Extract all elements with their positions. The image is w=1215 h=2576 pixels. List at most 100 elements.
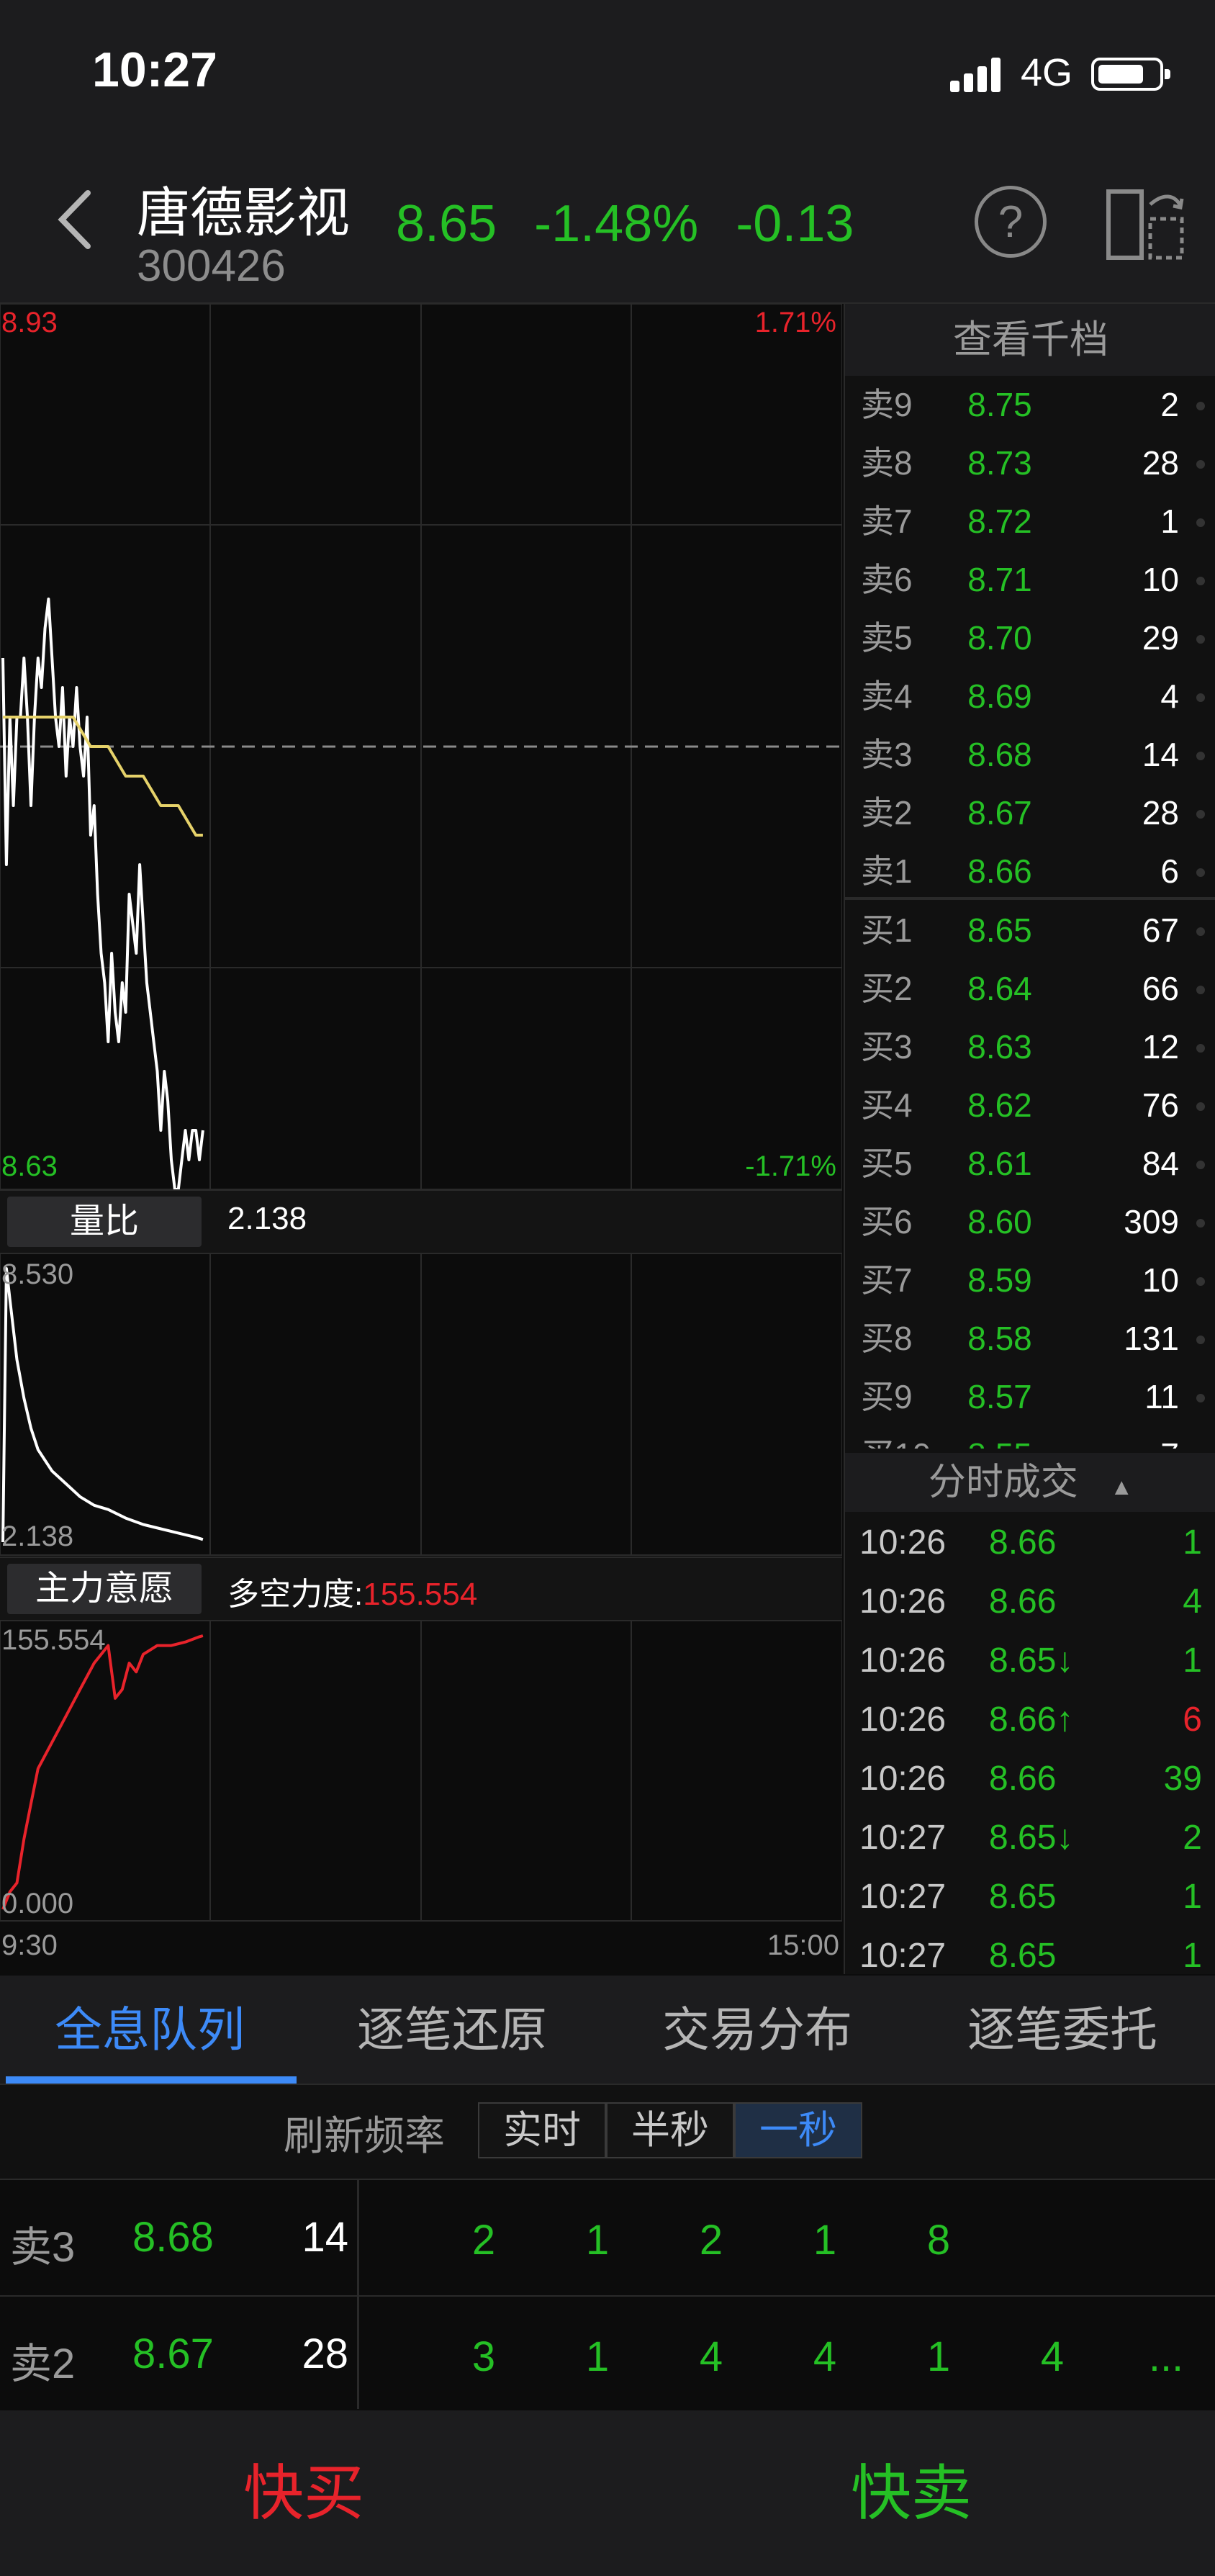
bid-row[interactable]: 买6 8.60 309 bbox=[845, 1193, 1215, 1251]
ask-level: 卖7 bbox=[861, 503, 913, 540]
bid-level: 买1 bbox=[861, 911, 913, 949]
tab-order-by-order[interactable]: 逐笔委托 bbox=[918, 1976, 1206, 2084]
ask-level: 卖4 bbox=[861, 677, 913, 715]
level-dot-icon bbox=[1196, 460, 1205, 469]
level-dot-icon bbox=[1196, 693, 1205, 702]
ask-level: 卖6 bbox=[861, 561, 913, 598]
queue-level: 卖3 bbox=[10, 2224, 76, 2271]
change-amount: -0.13 bbox=[736, 195, 854, 253]
bid-row[interactable]: 买4 8.62 76 bbox=[845, 1076, 1215, 1135]
power-value: 155.554 bbox=[363, 1577, 478, 1612]
back-arrow-icon[interactable] bbox=[50, 180, 101, 259]
ask-qty: 28 bbox=[1142, 444, 1179, 482]
tab-tick-restore[interactable]: 逐笔还原 bbox=[308, 1976, 596, 2084]
ask-level: 卖9 bbox=[861, 386, 913, 423]
refresh-half-second[interactable]: 半秒 bbox=[606, 2102, 734, 2158]
ask-price: 8.72 bbox=[967, 503, 1032, 540]
ask-row[interactable]: 卖2 8.67 28 bbox=[845, 784, 1215, 842]
ask-qty: 29 bbox=[1142, 619, 1179, 657]
ask-price: 8.75 bbox=[967, 386, 1032, 423]
queue-qty: 14 bbox=[302, 2214, 348, 2261]
collapse-triangle-icon[interactable]: ▲ bbox=[1110, 1474, 1133, 1500]
help-icon[interactable]: ? bbox=[975, 186, 1047, 258]
ask-row[interactable]: 卖8 8.73 28 bbox=[845, 434, 1215, 492]
pct-high-label: 1.71% bbox=[754, 307, 836, 338]
ask-price: 8.70 bbox=[967, 619, 1032, 657]
quick-buy-button[interactable]: 快买 bbox=[0, 2410, 608, 2576]
bid-row[interactable]: 买9 8.57 11 bbox=[845, 1368, 1215, 1426]
refresh-one-second[interactable]: 一秒 bbox=[734, 2102, 862, 2158]
bid-row[interactable]: 买1 8.65 67 bbox=[845, 901, 1215, 960]
vol-ratio-tab[interactable]: 量比 bbox=[7, 1197, 202, 1247]
quick-sell-button[interactable]: 快卖 bbox=[608, 2410, 1215, 2576]
ask-row[interactable]: 卖1 8.66 6 bbox=[845, 842, 1215, 901]
tick-row: 10:27 8.65↓ 2 bbox=[845, 1809, 1215, 1868]
level-dot-icon bbox=[1196, 1102, 1205, 1111]
status-bar: 10:27 4G bbox=[0, 0, 1215, 151]
ask-qty: 6 bbox=[1160, 852, 1179, 890]
bid-price: 8.61 bbox=[967, 1145, 1032, 1182]
ask-row[interactable]: 卖6 8.71 10 bbox=[845, 551, 1215, 609]
status-time: 10:27 bbox=[92, 42, 217, 97]
tick-price: 8.65↓ bbox=[989, 1819, 1074, 1857]
bid-row[interactable]: 买7 8.59 10 bbox=[845, 1251, 1215, 1310]
bid-level: 买2 bbox=[861, 970, 913, 1007]
bid-row[interactable]: 买3 8.63 12 bbox=[845, 1018, 1215, 1076]
queue-row[interactable]: 卖2 8.67 28 3 1 4 4 1 4... bbox=[0, 2295, 1215, 2412]
bid-qty: 76 bbox=[1142, 1086, 1179, 1124]
tick-volume: 6 bbox=[1183, 1701, 1202, 1739]
price-high-label: 8.93 bbox=[1, 307, 58, 338]
tab-trade-distribution[interactable]: 交易分布 bbox=[613, 1976, 901, 2084]
battery-icon bbox=[1091, 58, 1170, 91]
refresh-realtime[interactable]: 实时 bbox=[478, 2102, 606, 2158]
tick-row: 10:26 8.66 1 bbox=[845, 1513, 1215, 1572]
tick-time: 10:26 bbox=[859, 1582, 947, 1621]
action-bar: 快买 快卖 bbox=[0, 2410, 1215, 2576]
tick-time: 10:27 bbox=[859, 1819, 947, 1857]
ask-row[interactable]: 卖9 8.75 2 bbox=[845, 376, 1215, 434]
chart-area[interactable]: 8.93 1.71% 8.63 -1.71% 量比 2.138 8.530 2.… bbox=[0, 304, 842, 1974]
level-dot-icon bbox=[1196, 1044, 1205, 1053]
bid-qty: 66 bbox=[1142, 970, 1179, 1007]
bid-level: 买9 bbox=[861, 1378, 913, 1415]
stock-code: 300426 bbox=[137, 241, 286, 291]
tick-row: 10:27 8.65 1 bbox=[845, 1868, 1215, 1927]
ask-row[interactable]: 卖3 8.68 14 bbox=[845, 726, 1215, 784]
ask-row[interactable]: 卖5 8.70 29 bbox=[845, 609, 1215, 667]
tick-price: 8.66 bbox=[989, 1582, 1057, 1621]
ask-qty: 14 bbox=[1142, 736, 1179, 773]
ask-row[interactable]: 卖4 8.69 4 bbox=[845, 667, 1215, 726]
ask-qty: 28 bbox=[1142, 794, 1179, 832]
ticks-header[interactable]: 分时成交 ▲ bbox=[845, 1453, 1215, 1512]
queue-order: 4 bbox=[1040, 2333, 1065, 2380]
bid-row[interactable]: 买5 8.61 84 bbox=[845, 1135, 1215, 1193]
vol-marks-series-0 bbox=[1, 1267, 204, 1543]
bid-price: 8.59 bbox=[967, 1261, 1032, 1299]
ask-bid-divider bbox=[845, 897, 1215, 900]
tick-row: 10:26 8.66 4 bbox=[845, 1572, 1215, 1631]
tick-row: 10:26 8.66↑ 6 bbox=[845, 1690, 1215, 1749]
queue-row[interactable]: 卖3 8.68 14 2 1 2 1 8 bbox=[0, 2179, 1215, 2295]
power-readout: 多空力度:155.554 bbox=[227, 1568, 477, 1614]
layout-switch-icon[interactable] bbox=[1106, 187, 1185, 262]
bid-level: 买4 bbox=[861, 1086, 913, 1124]
ask-price: 8.73 bbox=[967, 444, 1032, 482]
bid-qty: 84 bbox=[1142, 1145, 1179, 1182]
ask-level: 卖3 bbox=[861, 736, 913, 773]
ask-row[interactable]: 卖7 8.72 1 bbox=[845, 492, 1215, 551]
level-dot-icon bbox=[1196, 1219, 1205, 1228]
tick-volume: 1 bbox=[1183, 1523, 1202, 1562]
price-marks bbox=[1, 598, 204, 1191]
ask-level: 卖2 bbox=[861, 794, 913, 832]
bid-level: 买7 bbox=[861, 1261, 913, 1299]
ask-level: 卖1 bbox=[861, 852, 913, 890]
queue-price: 8.68 bbox=[132, 2214, 214, 2261]
signal-icon bbox=[950, 58, 1008, 92]
intent-tab[interactable]: 主力意愿 bbox=[7, 1564, 202, 1614]
tab-full-queue[interactable]: 全息队列 bbox=[6, 1976, 294, 2084]
active-tab-indicator bbox=[6, 2076, 297, 2084]
view-depth-button[interactable]: 查看千档 bbox=[845, 304, 1215, 376]
ask-level: 卖8 bbox=[861, 444, 913, 482]
bid-row[interactable]: 买8 8.58 131 bbox=[845, 1310, 1215, 1368]
bid-row[interactable]: 买2 8.64 66 bbox=[845, 960, 1215, 1018]
